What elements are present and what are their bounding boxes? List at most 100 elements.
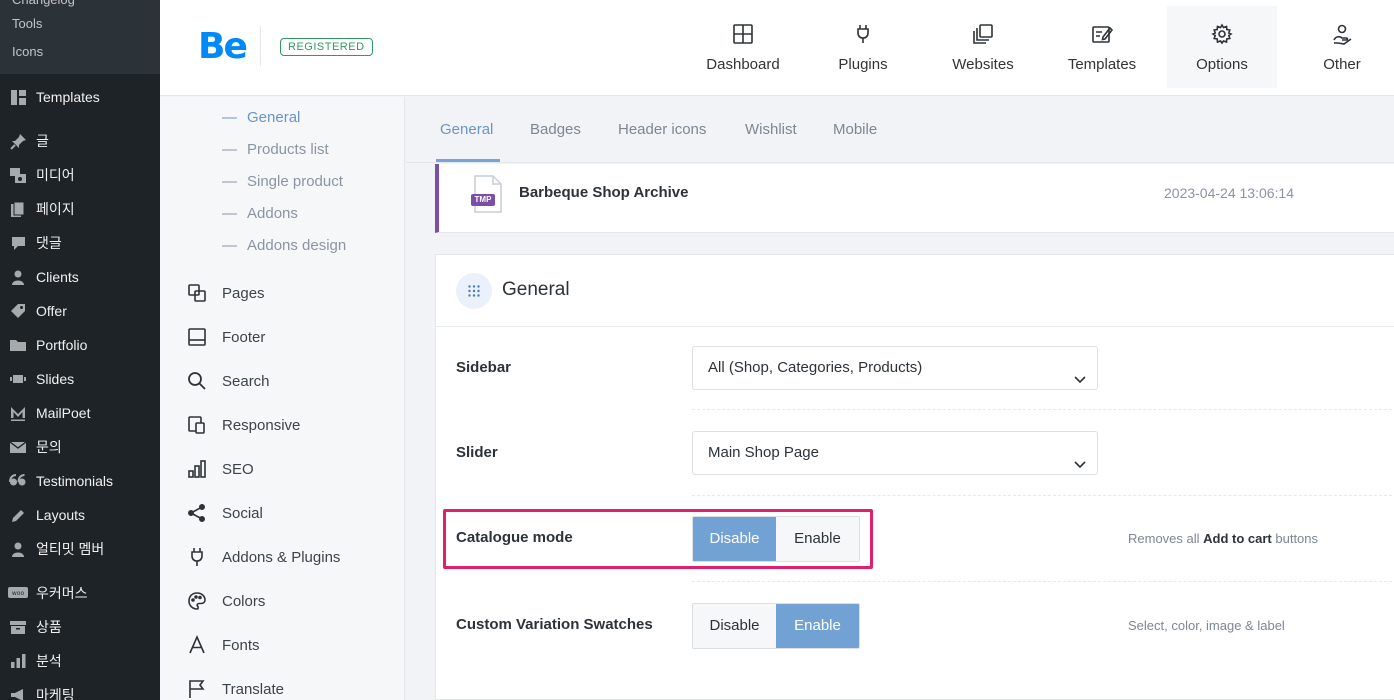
nav-options[interactable]: Options [1167,6,1277,88]
subnav-addons-design[interactable]: — Addons design [222,237,346,254]
options-navigation: — General — Products list — Single product … [160,97,405,700]
wp-menu-label: Portfolio [36,337,88,353]
media-icon [8,165,28,185]
catalogue-hint-pre: Removes all [1128,531,1204,546]
slider-select[interactable]: Main Shop Page [692,431,1098,475]
nav-section-responsive[interactable]: Responsive [186,413,300,437]
quote-icon [8,471,28,491]
wp-menu-clients[interactable]: Clients [0,260,160,294]
general-panel: General Sidebar All (Shop, Categories, P… [435,254,1394,700]
nav-section-colors[interactable]: Colors [186,589,265,613]
catalogue-hint-post: buttons [1271,531,1319,546]
wp-menu-label: 문의 [36,439,62,455]
template-card[interactable]: TMP Barbeque Shop Archive 2023-04-24 13:… [435,164,1394,233]
sidebar-select[interactable]: All (Shop, Categories, Products) [692,346,1098,390]
slider-select-value: Main Shop Page [708,444,819,461]
websites-icon [971,22,995,46]
nav-section-fonts[interactable]: Fonts [186,633,260,657]
palette-icon [186,590,208,612]
be-logo[interactable]: Be [198,26,248,67]
box-icon [8,617,28,637]
template-icon-text: TMP [474,195,492,204]
tab-wishlist[interactable]: Wishlist [745,121,797,138]
nav-plugins[interactable]: Plugins [808,6,918,88]
wp-menu-ultimate-member[interactable]: 얼티밋 멤버 [0,532,160,566]
grip-icon [456,273,492,309]
nav-section-seo[interactable]: SEO [186,457,254,481]
wp-admin-sidebar: Changelog Tools Icons Templates 글 미디어 페이… [0,0,160,700]
nav-section-pages[interactable]: Pages [186,281,265,305]
wp-menu-media[interactable]: 미디어 [0,158,160,192]
wp-menu-label: 상품 [36,619,62,635]
swatches-enable-option[interactable]: Enable [776,604,859,648]
wp-menu-marketing[interactable]: 마케팅 [0,678,160,700]
wp-menu-comments[interactable]: 댓글 [0,226,160,260]
nav-section-translate[interactable]: Translate [186,677,284,700]
wp-menu-label: 미디어 [36,167,75,183]
tab-general[interactable]: General [440,121,493,138]
wp-menu-templates[interactable]: Templates [0,80,160,114]
wp-menu-woocommerce[interactable]: woo 우커머스 [0,576,160,610]
nav-dashboard[interactable]: Dashboard [688,6,798,88]
subnav-label: Single product [247,173,343,190]
flag-icon [186,678,208,700]
seo-icon [186,458,208,480]
subnav-products-list[interactable]: — Products list [222,141,329,158]
wp-menu-label: Clients [36,269,79,285]
wp-menu-analytics[interactable]: 분석 [0,644,160,678]
tag-icon [8,301,28,321]
submenu-item-changelog[interactable]: Changelog [0,0,160,10]
wp-menu-portfolio[interactable]: Portfolio [0,328,160,362]
wp-menu-label: 우커머스 [36,585,88,601]
user-icon [8,267,28,287]
nav-section-footer[interactable]: Footer [186,325,265,349]
logo-divider [260,26,261,66]
woo-icon: woo [8,583,28,603]
submenu-item-icons[interactable]: Icons [0,38,160,66]
swatches-disable-option[interactable]: Disable [693,604,776,648]
nav-websites[interactable]: Websites [928,6,1038,88]
wp-menu-posts[interactable]: 글 [0,124,160,158]
nav-section-search[interactable]: Search [186,369,270,393]
subnav-addons[interactable]: — Addons [222,205,298,222]
wp-menu-label: 얼티밋 멤버 [36,541,105,557]
wp-menu-pages[interactable]: 페이지 [0,192,160,226]
subtabs: General Badges Header icons Wishlist Mob… [406,97,1394,163]
nav-section-addons-plugins[interactable]: Addons & Plugins [186,545,340,569]
submenu-item-tools[interactable]: Tools [0,10,160,38]
tab-header-icons[interactable]: Header icons [618,121,706,138]
wp-menu-layouts[interactable]: Layouts [0,498,160,532]
nav-templates[interactable]: Templates [1047,6,1157,88]
font-icon [186,634,208,656]
row-divider [692,495,1392,496]
nav-section-social[interactable]: Social [186,501,263,525]
wp-menu-slides[interactable]: Slides [0,362,160,396]
catalogue-mode-hint: Removes all Add to cart buttons [1128,531,1318,546]
share-icon [186,502,208,524]
wp-menu-label: Templates [36,89,100,105]
responsive-icon [186,414,208,436]
page-icon [8,199,28,219]
betheme-header: Be REGISTERED Dashboard Plugins Websites… [160,0,1394,96]
swatches-toggle[interactable]: Disable Enable [692,603,860,649]
wp-menu-products[interactable]: 상품 [0,610,160,644]
pin-icon [8,131,28,151]
nav-section-label: SEO [222,460,254,478]
nav-section-label: Search [222,372,270,390]
row-divider [692,581,1392,582]
wp-menu-mailpoet[interactable]: MailPoet [0,396,160,430]
subnav-single-product[interactable]: — Single product [222,173,343,190]
wp-menu-testimonials[interactable]: Testimonials [0,464,160,498]
wp-menu-offer[interactable]: Offer [0,294,160,328]
row-divider [692,409,1392,410]
catalogue-hint-bold: Add to cart [1203,531,1272,546]
tab-badges[interactable]: Badges [530,121,581,138]
subnav-general[interactable]: — General [222,109,300,126]
wp-menu-contact[interactable]: 문의 [0,430,160,464]
swatches-label: Custom Variation Swatches [456,616,653,633]
nav-section-label: Colors [222,592,266,610]
nav-other[interactable]: Other [1287,6,1394,88]
tab-mobile[interactable]: Mobile [833,121,877,138]
footer-icon [186,326,208,348]
nav-label: Websites [952,56,1014,73]
